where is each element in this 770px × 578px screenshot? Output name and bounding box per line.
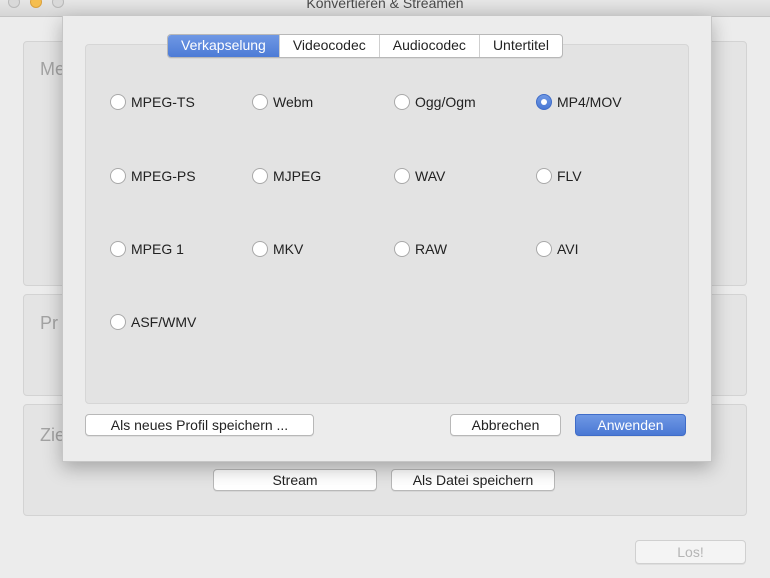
format-radio[interactable]: Ogg/Ogm (394, 94, 476, 110)
format-radio[interactable]: MPEG 1 (110, 241, 184, 257)
radio-button-icon[interactable] (536, 94, 552, 110)
format-label: AVI (557, 241, 579, 257)
radio-button-icon[interactable] (394, 94, 410, 110)
radio-button-icon[interactable] (110, 94, 126, 110)
format-label: RAW (415, 241, 448, 257)
format-radio[interactable]: Webm (252, 94, 313, 110)
tab-audiocodec[interactable]: Audiocodec (378, 35, 479, 57)
title-bar: Konvertieren & Streamen (0, 0, 770, 17)
radio-button-icon[interactable] (252, 94, 268, 110)
format-radio[interactable]: WAV (394, 168, 445, 184)
stream-button[interactable]: Stream (213, 469, 377, 491)
format-radio[interactable]: RAW (394, 241, 447, 257)
apply-button[interactable]: Anwenden (575, 414, 686, 436)
format-label: FLV (557, 168, 582, 184)
format-label: ASF/WMV (131, 314, 197, 330)
format-label: MKV (273, 241, 304, 257)
radio-button-icon[interactable] (110, 168, 126, 184)
radio-button-icon[interactable] (394, 168, 410, 184)
tab-verkapselung[interactable]: Verkapselung (168, 35, 279, 57)
tab-bar: Verkapselung Videocodec Audiocodec Untertit… (167, 34, 563, 58)
format-radio[interactable]: MPEG-TS (110, 94, 195, 110)
save-new-profile-button[interactable]: Als neues Profil speichern ... (85, 414, 314, 436)
radio-button-icon[interactable] (536, 168, 552, 184)
format-radio[interactable]: MP4/MOV (536, 94, 622, 110)
go-button[interactable]: Los! (635, 540, 746, 564)
cancel-button[interactable]: Abbrechen (450, 414, 561, 436)
format-label: MPEG 1 (131, 241, 184, 257)
tab-videocodec[interactable]: Videocodec (278, 35, 379, 57)
radio-button-icon[interactable] (252, 168, 268, 184)
format-radio[interactable]: MPEG-PS (110, 168, 196, 184)
encapsulation-dialog: Verkapselung Videocodec Audiocodec Untertit… (62, 16, 712, 462)
save-as-file-button[interactable]: Als Datei speichern (391, 469, 555, 491)
format-radio[interactable]: MKV (252, 241, 303, 257)
profile-group-label: Pr (40, 313, 58, 333)
format-label: MP4/MOV (557, 94, 622, 110)
format-label: WAV (415, 168, 446, 184)
format-radio[interactable]: FLV (536, 168, 582, 184)
format-label: MJPEG (273, 168, 322, 184)
format-radio[interactable]: AVI (536, 241, 579, 257)
tab-untertitel[interactable]: Untertitel (478, 35, 562, 57)
radio-button-icon[interactable] (394, 241, 410, 257)
format-label: MPEG-PS (131, 168, 196, 184)
format-label: Webm (273, 94, 314, 110)
format-label: MPEG-TS (131, 94, 195, 110)
radio-button-icon[interactable] (536, 241, 552, 257)
window-title: Konvertieren & Streamen (306, 0, 464, 11)
format-radio[interactable]: ASF/WMV (110, 314, 196, 330)
format-label: Ogg/Ogm (415, 94, 476, 110)
format-radio[interactable]: MJPEG (252, 168, 321, 184)
radio-button-icon[interactable] (252, 241, 268, 257)
format-panel: MPEG-TS Webm Ogg/Ogm MP4/MOV MPEG-PS MJPEG WAV… (85, 44, 689, 404)
radio-button-icon[interactable] (110, 314, 126, 330)
radio-button-icon[interactable] (110, 241, 126, 257)
